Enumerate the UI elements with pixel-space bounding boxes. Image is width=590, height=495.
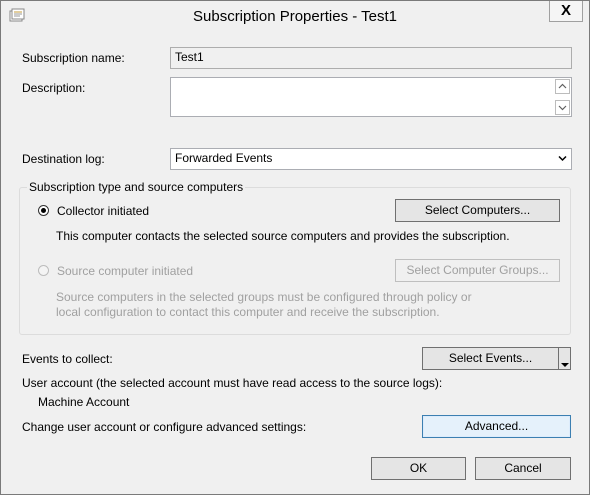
source-initiated-radio[interactable]: [38, 265, 49, 276]
close-button[interactable]: X: [549, 1, 583, 22]
dropdown-arrow-icon: [561, 355, 569, 376]
collector-description: This computer contacts the selected sour…: [56, 229, 510, 243]
destination-log-select[interactable]: Forwarded Events: [170, 148, 572, 170]
source-initiated-label[interactable]: Source computer initiated: [57, 264, 193, 278]
select-computer-groups-button[interactable]: Select Computer Groups...: [395, 259, 560, 282]
subscription-name-label: Subscription name:: [22, 51, 125, 65]
source-description-line1: Source computers in the selected groups …: [56, 290, 472, 304]
destination-log-label: Destination log:: [22, 152, 105, 166]
user-account-label: User account (the selected account must …: [22, 376, 443, 390]
radio-selected-dot: [41, 208, 46, 213]
cancel-button[interactable]: Cancel: [475, 457, 571, 480]
events-to-collect-label: Events to collect:: [22, 352, 113, 366]
advanced-button[interactable]: Advanced...: [422, 415, 571, 438]
window-title: Subscription Properties - Test1: [193, 8, 397, 25]
description-label: Description:: [22, 81, 86, 95]
dialog-body: Subscription name: Test1 Description: De…: [7, 32, 583, 488]
subscription-properties-dialog: Subscription Properties - Test1 X Subscr…: [0, 0, 590, 495]
chevron-down-icon: [557, 153, 568, 167]
destination-log-value: Forwarded Events: [175, 151, 273, 165]
select-events-button[interactable]: Select Events...: [422, 347, 559, 370]
user-account-value: Machine Account: [38, 395, 130, 409]
select-events-dropdown-button[interactable]: [558, 347, 571, 370]
subscription-name-field: Test1: [170, 47, 572, 69]
collector-initiated-label[interactable]: Collector initiated: [57, 204, 149, 218]
groupbox-title: Subscription type and source computers: [27, 180, 246, 194]
scroll-down-icon[interactable]: [555, 100, 570, 115]
select-computers-button[interactable]: Select Computers...: [395, 199, 560, 222]
scroll-up-icon[interactable]: [555, 79, 570, 94]
ok-button[interactable]: OK: [371, 457, 466, 480]
collector-initiated-radio[interactable]: [38, 205, 49, 216]
title-bar[interactable]: Subscription Properties - Test1 X: [1, 1, 589, 31]
advanced-settings-label: Change user account or configure advance…: [22, 420, 307, 434]
description-field[interactable]: [170, 77, 572, 117]
source-description-line2: local configuration to contact this comp…: [56, 305, 440, 319]
